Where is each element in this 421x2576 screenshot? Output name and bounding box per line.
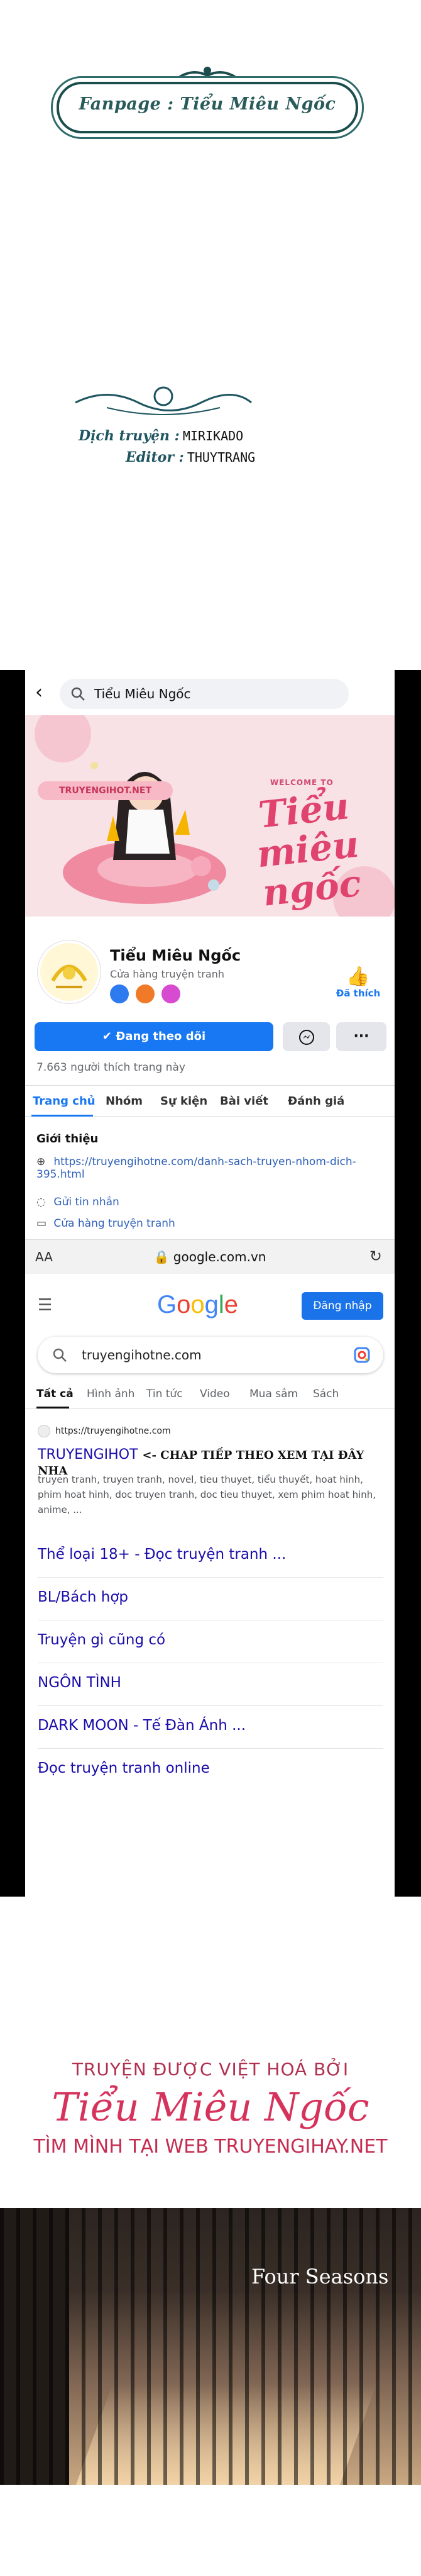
reload-icon[interactable]: ↻ [369, 1247, 382, 1265]
sublink-item[interactable]: Truyện gì cũng có [38, 1620, 383, 1663]
profile-picture[interactable] [38, 940, 101, 1003]
hamburger-menu-icon[interactable]: ☰ [38, 1296, 52, 1315]
messenger-small-icon: ◌ [36, 1196, 46, 1208]
search-query: truyengihotne.com [82, 1347, 202, 1363]
banner-text: Fanpage : Tiểu Miêu Ngốc [79, 94, 336, 114]
url-value: google.com.vn [173, 1249, 266, 1264]
intro-category[interactable]: Cửa hàng truyện tranh [53, 1217, 175, 1230]
result-sublinks: Thể loại 18+ - Đọc truyện tranh ... BL/B… [38, 1535, 383, 1792]
messenger-icon [298, 1029, 314, 1045]
tab-reviews[interactable]: Đánh giá [288, 1095, 344, 1108]
sublink-item[interactable]: NGÔN TÌNH [38, 1663, 383, 1706]
following-icon: ✔ [102, 1030, 116, 1043]
flourish-icon [75, 386, 252, 415]
facebook-tabs: Trang chủ Nhóm Sự kiện Bài viết Đánh giá [25, 1085, 395, 1117]
liked-label: Đã thích [336, 988, 381, 999]
search-icon [71, 687, 85, 701]
tab-events[interactable]: Sự kiện [160, 1095, 207, 1108]
search-icon [53, 1348, 67, 1362]
intro-link[interactable]: https://truyengihotne.com/danh-sach-truy… [36, 1156, 356, 1181]
tab-images[interactable]: Hình ảnh [87, 1388, 134, 1400]
google-header: ☰ Google Đăng nhập [25, 1283, 395, 1327]
four-seasons-photo: Four Seasons [0, 2208, 421, 2485]
tab-videos[interactable]: Video [200, 1388, 230, 1400]
safari-address-bar[interactable]: AA 🔒 google.com.vn ↻ [25, 1239, 395, 1274]
tab-books[interactable]: Sách [313, 1388, 339, 1400]
google-lens-icon[interactable] [353, 1346, 371, 1364]
back-arrow-icon[interactable]: ‹ [35, 681, 43, 703]
intro-message-row[interactable]: ◌ Gửi tin nhắn [36, 1196, 119, 1208]
sublink-item[interactable]: Đọc truyện tranh online [38, 1749, 383, 1792]
cover-site-label: TRUYENGIHOT.NET [38, 781, 173, 800]
group-name: Tiểu Miêu Ngốc [52, 2084, 369, 2130]
likes-count: 7.663 người thích trang này [36, 1061, 185, 1074]
profile-logo-icon [51, 964, 87, 988]
intro-category-row[interactable]: ▭ Cửa hàng truyện tranh [36, 1217, 175, 1230]
active-tab-indicator [36, 1407, 69, 1408]
tab-posts[interactable]: Bài viết [220, 1095, 268, 1108]
badge-orange-icon [136, 984, 155, 1003]
cover-title: Tiểu miêu ngốc [254, 784, 363, 915]
active-tab-indicator [31, 1115, 93, 1117]
search-text: Tiểu Miêu Ngốc [94, 686, 191, 701]
find-us-text: TÌM MÌNH TẠI WEB TRUYENGIHAY.NET [33, 2136, 388, 2158]
more-options-button[interactable]: ··· [336, 1022, 386, 1051]
result-title[interactable]: TRUYENGIHOT [38, 1447, 138, 1463]
google-logo: Google [157, 1291, 239, 1319]
thumbs-up-icon: 👍 [346, 966, 370, 988]
phone-screenshot: ‹ Tiểu Miêu Ngốc TRUYENGIHOT.NET WELCOME… [0, 670, 421, 1897]
translator-banner: TRUYỆN ĐƯỢC VIỆT HOÁ BỞI Tiểu Miêu Ngốc … [0, 2054, 421, 2173]
tab-groups[interactable]: Nhóm [106, 1095, 143, 1108]
phone-screen: ‹ Tiểu Miêu Ngốc TRUYENGIHOT.NET WELCOME… [25, 670, 395, 1897]
messenger-button[interactable] [283, 1022, 330, 1051]
editor-value: THUYTRANG [187, 450, 256, 465]
intro-title: Giới thiệu [36, 1132, 99, 1146]
liked-button[interactable]: 👍 Đã thích [333, 966, 383, 999]
window-slats [0, 2208, 421, 2485]
fanpage-banner: Fanpage : Tiểu Miêu Ngốc [19, 63, 396, 157]
cover-photo[interactable]: TRUYENGIHOT.NET WELCOME TO Tiểu miêu ngố… [25, 715, 395, 917]
badge-row [110, 984, 184, 1006]
tab-home[interactable]: Trang chủ [33, 1095, 96, 1108]
sublink-item[interactable]: BL/Bách hợp [38, 1578, 383, 1620]
site-favicon-icon [38, 1425, 50, 1437]
tab-shopping[interactable]: Mua sắm [249, 1388, 298, 1400]
cover-welcome-text: WELCOME TO [270, 778, 334, 787]
badge-pink-icon [161, 984, 181, 1003]
shop-icon: ▭ [36, 1217, 47, 1230]
credits-block: Dịch truyện : MIRIKADO Editor : THUYTRAN… [69, 377, 358, 472]
google-tabs: Tất cả Hình ảnh Tin tức Video Mua sắm Sá… [25, 1384, 395, 1409]
following-button[interactable]: ✔ Đang theo dõi [35, 1022, 273, 1051]
page-name: Tiểu Miêu Ngốc [110, 947, 241, 964]
sign-in-button[interactable]: Đăng nhập [302, 1292, 383, 1320]
photo-caption: Four Seasons [251, 2265, 389, 2289]
page-category: Cửa hàng truyện tranh [110, 968, 224, 980]
sublink-item[interactable]: DARK MOON - Tế Đàn Ánh ... [38, 1706, 383, 1749]
translated-by-text: TRUYỆN ĐƯỢC VIỆT HOÁ BỞI [72, 2059, 349, 2080]
facebook-search-bar[interactable]: Tiểu Miêu Ngốc [60, 679, 349, 709]
globe-icon: ⊕ [36, 1156, 46, 1168]
google-search-box[interactable]: truyengihotne.com [38, 1337, 383, 1373]
lock-icon: 🔒 [153, 1249, 170, 1264]
translator-label: Dịch truyện : [79, 428, 180, 444]
tab-news[interactable]: Tin tức [146, 1388, 183, 1400]
result-snippet: truyen tranh, truyen tranh, novel, tieu … [38, 1474, 376, 1515]
result-site[interactable]: https://truyengihotne.com [38, 1425, 171, 1437]
translator-value: MIRIKADO [182, 428, 244, 443]
following-label: Đang theo dõi [116, 1030, 206, 1043]
sublink-item[interactable]: Thể loại 18+ - Đọc truyện tranh ... [38, 1535, 383, 1578]
tab-all[interactable]: Tất cả [36, 1388, 74, 1400]
facebook-top-bar: ‹ Tiểu Miêu Ngốc [25, 670, 395, 715]
url-text: 🔒 google.com.vn [25, 1249, 395, 1264]
result-site-url: https://truyengihotne.com [55, 1426, 171, 1436]
badge-blue-icon [110, 984, 129, 1003]
intro-message[interactable]: Gửi tin nhắn [53, 1196, 119, 1208]
intro-link-row[interactable]: ⊕ https://truyengihotne.com/danh-sach-tr… [36, 1156, 388, 1181]
editor-label: Editor : [126, 449, 184, 466]
